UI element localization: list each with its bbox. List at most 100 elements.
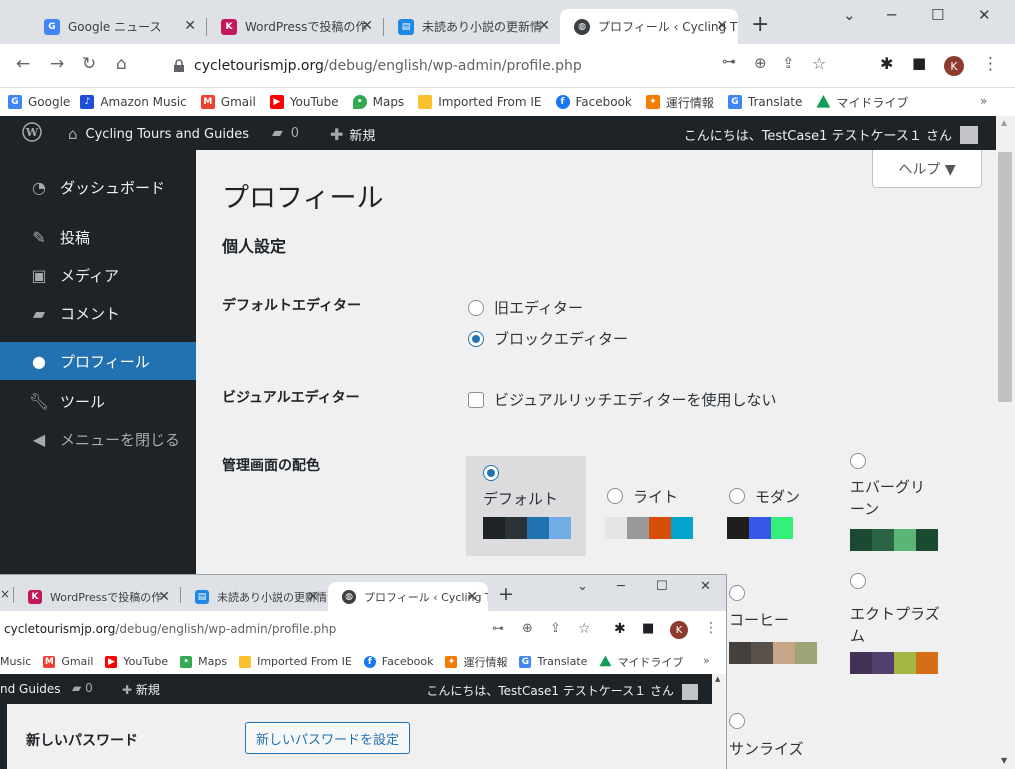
back-icon[interactable]: ← (16, 54, 30, 74)
bookmark-translate[interactable]: G Translate (727, 95, 802, 109)
tab-wordpress[interactable]: K WordPressで投稿の作 ✕ (14, 582, 180, 611)
radio-button[interactable] (850, 573, 866, 589)
set-new-password-button[interactable]: 新しいパスワードを設定 (245, 722, 411, 754)
key-icon[interactable]: ⊶ (492, 621, 504, 635)
menu-dots-icon[interactable]: ⋮ (704, 620, 718, 636)
more-bookmarks-icon[interactable]: » (980, 94, 987, 108)
key-icon[interactable]: ⊶ (722, 54, 736, 70)
new-content-link[interactable]: ✚ 新規 (330, 125, 375, 144)
my-account-link[interactable]: こんにちは、TestCase1 テストケース１ さん (426, 682, 698, 700)
new-tab-button[interactable]: + (498, 583, 514, 605)
scroll-down-icon[interactable]: ▼ (1001, 756, 1007, 765)
radio-button[interactable] (468, 299, 484, 316)
bookmark-google-drive[interactable]: マイドライブ (816, 94, 908, 111)
close-window-button[interactable]: ✕ (700, 579, 711, 594)
disable-visual-editor-checkbox[interactable]: ビジュアルリッチエディターを使用しない (468, 389, 776, 410)
more-bookmarks-icon[interactable]: » (703, 654, 710, 667)
close-icon[interactable]: ✕ (466, 589, 478, 605)
close-icon[interactable]: × (0, 587, 10, 601)
bookmark-youtube[interactable]: ▶ YouTube (269, 95, 339, 109)
bookmark-imported-from-ie[interactable]: Imported From IE (239, 655, 352, 668)
bookmark-imported-from-ie[interactable]: Imported From IE (418, 95, 542, 109)
close-icon[interactable]: ✕ (716, 18, 728, 34)
bookmark-facebook[interactable]: f Facebook (555, 95, 632, 109)
classic-editor-radio[interactable]: 旧エディター (468, 297, 583, 318)
sidepanel-icon[interactable]: ■ (912, 54, 926, 72)
minimize-button[interactable]: ─ (617, 579, 625, 594)
bookmark-amazon-music[interactable]: Music (0, 655, 31, 668)
sidebar-item-media[interactable]: ▣ メディア (0, 256, 196, 294)
bookmark-youtube[interactable]: ▶ YouTube (105, 655, 168, 668)
comments-link[interactable]: ▰ 0 (272, 125, 299, 141)
sidepanel-icon[interactable]: ■ (642, 621, 654, 636)
help-tab-button[interactable]: ヘルプ ▼ (872, 150, 982, 188)
bookmark-google[interactable]: G Google (8, 95, 70, 109)
menu-dots-icon[interactable]: ⋮ (982, 54, 999, 74)
share-icon[interactable]: ⇪ (550, 621, 561, 636)
bookmark-maps[interactable]: • Maps (180, 655, 227, 668)
share-icon[interactable]: ⇪ (782, 54, 795, 72)
tab-novel[interactable]: ▤ 未読あり小説の更新情 ✕ (181, 582, 329, 611)
extensions-icon[interactable]: ✱ (614, 621, 626, 637)
sidebar-item-dashboard[interactable]: ◔ ダッシュボード (0, 168, 196, 206)
bookmark-amazon-music[interactable]: ♪ Amazon Music (80, 95, 187, 109)
tab-google-news[interactable]: G Google ニュース ✕ (30, 9, 206, 44)
profile-avatar[interactable]: K (944, 56, 964, 76)
radio-button[interactable] (729, 488, 745, 504)
color-scheme-light[interactable]: ライト (588, 456, 708, 554)
close-icon[interactable]: ✕ (361, 18, 373, 34)
tab-search-icon[interactable]: ⌄ (577, 579, 588, 594)
forward-icon[interactable]: → (50, 54, 64, 74)
page-scrollbar[interactable]: ▲ ▼ (996, 116, 1015, 769)
tab-search-icon[interactable]: ⌄ (843, 6, 856, 24)
close-icon[interactable]: ✕ (158, 589, 170, 605)
new-tab-button[interactable]: + (751, 14, 769, 36)
star-icon[interactable]: ☆ (812, 54, 826, 73)
my-account-link[interactable]: こんにちは、TestCase1 テストケース１ さん (684, 125, 978, 144)
tab-profile[interactable]: ◍ プロフィール ‹ Cycling T ✕ (328, 582, 488, 611)
radio-button[interactable] (729, 585, 745, 601)
scroll-up-icon[interactable]: ▲ (715, 675, 720, 683)
color-scheme-modern[interactable]: モダン (710, 456, 830, 554)
tab-wordpress[interactable]: K WordPressで投稿の作 ✕ (207, 9, 383, 44)
color-scheme-evergreen[interactable]: エバーグリーン (832, 444, 952, 564)
bookmark-translate[interactable]: G Translate (519, 655, 587, 668)
bookmark-gmail[interactable]: M Gmail (43, 655, 93, 668)
bookmark-facebook[interactable]: f Facebook (363, 655, 433, 668)
tab-profile[interactable]: ◍ プロフィール ‹ Cycling T ✕ (560, 9, 738, 44)
maximize-button[interactable]: ☐ (656, 579, 668, 594)
radio-button[interactable] (483, 465, 499, 481)
site-name-link[interactable]: ⌂ Cycling Tours and Guides (68, 125, 249, 143)
block-editor-radio[interactable]: ブロックエディター (468, 328, 628, 349)
radio-button[interactable] (729, 713, 745, 729)
reload-icon[interactable]: ↻ (82, 54, 96, 74)
overlay-scrollbar[interactable]: ▲ (712, 674, 726, 769)
home-icon[interactable]: ⌂ (116, 54, 127, 74)
zoom-icon[interactable]: ⊕ (754, 54, 767, 72)
sidebar-item-posts[interactable]: ✎ 投稿 (0, 218, 196, 256)
bookmark-gmail[interactable]: M Gmail (200, 95, 256, 109)
bookmark-google-drive[interactable]: マイドライブ (599, 654, 683, 670)
extensions-icon[interactable]: ✱ (880, 54, 893, 73)
site-name-link[interactable]: nd Guides (0, 682, 61, 696)
checkbox[interactable] (468, 391, 484, 408)
sidebar-item-tools[interactable]: 🔧︎ ツール (0, 382, 196, 420)
wordpress-logo-icon[interactable]: W (22, 122, 42, 142)
color-scheme-ectoplasm[interactable]: エクトプラズム (832, 573, 952, 693)
color-scheme-sunrise[interactable]: サンライズ (725, 710, 825, 769)
comments-link[interactable]: ▰ 0 (72, 681, 93, 695)
close-icon[interactable]: ✕ (307, 589, 319, 605)
sidebar-item-profile[interactable]: ● プロフィール (0, 342, 196, 380)
sidebar-item-comments[interactable]: ▰ コメント (0, 294, 196, 332)
bookmark-maps[interactable]: • Maps (352, 95, 404, 109)
zoom-icon[interactable]: ⊕ (522, 621, 533, 636)
color-scheme-default[interactable]: デフォルト (466, 456, 586, 556)
close-icon[interactable]: ✕ (184, 18, 196, 34)
tab-novel[interactable]: ▤ 未読あり小説の更新情 ✕ (384, 9, 560, 44)
radio-button[interactable] (607, 488, 623, 504)
scroll-up-icon[interactable]: ▲ (1001, 118, 1007, 127)
color-scheme-coffee[interactable]: コーヒー (725, 585, 825, 665)
bookmark-train-info[interactable]: ✦ 運行情報 (645, 94, 714, 111)
scrollbar-thumb[interactable] (998, 152, 1012, 402)
radio-button[interactable] (468, 330, 484, 347)
